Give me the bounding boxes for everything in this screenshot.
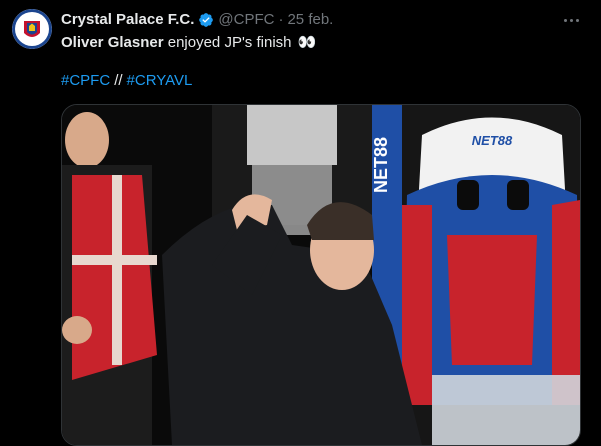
avatar[interactable]: [12, 9, 52, 49]
eyes-emoji-icon: 👀: [297, 34, 317, 51]
account-handle[interactable]: @CPFC: [218, 10, 274, 30]
hashtag-separator: //: [114, 72, 123, 89]
hashtag-cpfc[interactable]: #CPFC: [61, 72, 110, 89]
tweet-header: Crystal Palace F.C. @CPFC · 25 feb.: [61, 10, 585, 30]
tweet-date[interactable]: 25 feb.: [287, 10, 333, 30]
hashtag-cryavl[interactable]: #CRYAVL: [127, 72, 193, 89]
separator-dot: ·: [278, 11, 284, 28]
media-image: NET88 NET88: [62, 105, 580, 445]
hashtag-line: #CPFC//#CRYAVL: [61, 71, 192, 91]
verified-badge-icon: [198, 12, 214, 28]
tweet-text: Oliver Glasner enjoyed JP's finish 👀: [61, 33, 316, 53]
account-name[interactable]: Crystal Palace F.C.: [61, 10, 194, 30]
tweet-media[interactable]: NET88 NET88: [61, 104, 581, 446]
board-text: NET88: [371, 137, 391, 193]
tweet-text-rest: enjoyed JP's finish: [163, 34, 292, 51]
seat-text: NET88: [472, 133, 513, 148]
tweet: Crystal Palace F.C. @CPFC · 25 feb. Oliv…: [0, 0, 601, 446]
more-options-icon[interactable]: [561, 12, 581, 28]
crystal-palace-crest-icon: [12, 9, 52, 49]
tweet-text-bold: Oliver Glasner: [61, 34, 164, 51]
